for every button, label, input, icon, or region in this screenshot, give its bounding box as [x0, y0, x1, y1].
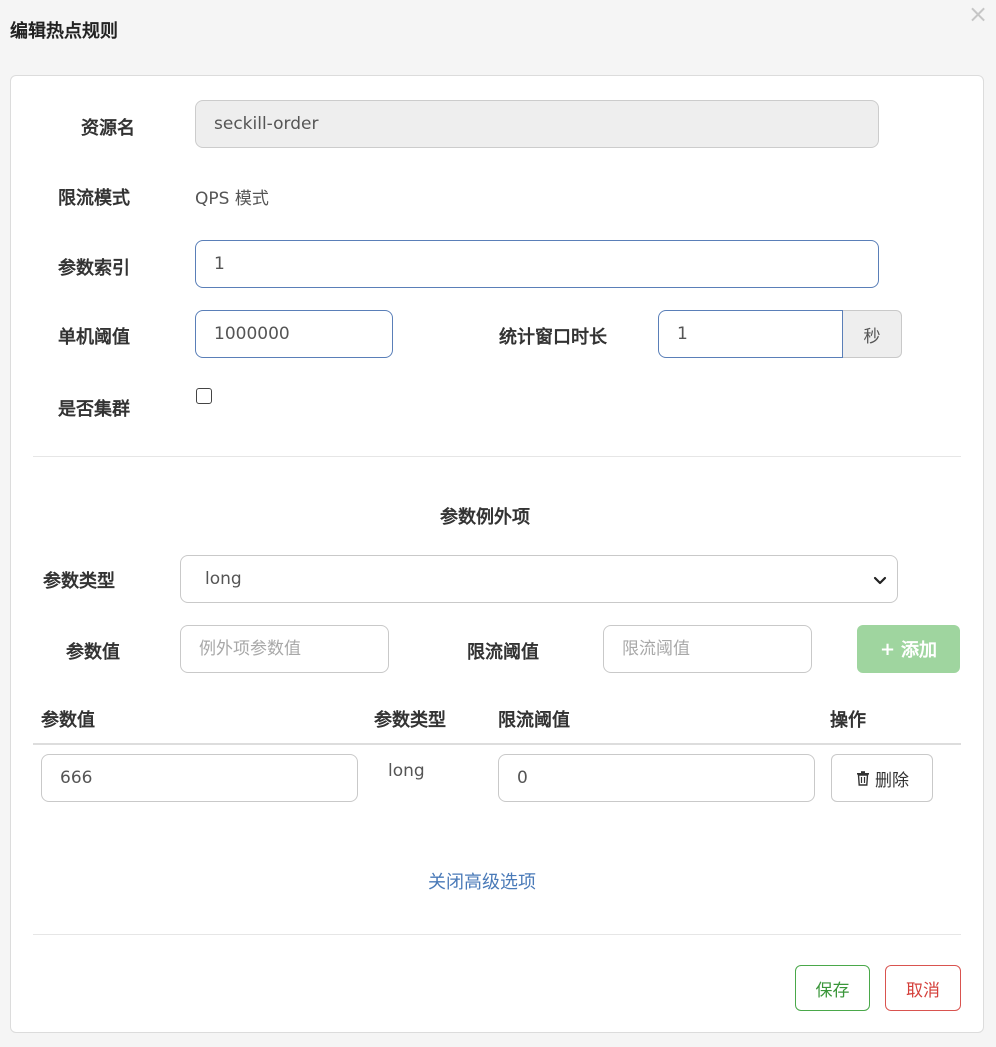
limit-threshold-input[interactable] — [603, 625, 812, 673]
row-threshold-input[interactable] — [498, 754, 815, 802]
dialog-title: 编辑热点规则 — [10, 21, 118, 42]
divider — [33, 456, 961, 457]
cluster-checkbox[interactable] — [196, 388, 212, 404]
rule-form-panel: 资源名 限流模式 QPS 模式 参数索引 单机阈值 统计窗口时长 秒 是否集群 … — [10, 75, 984, 1033]
table-header-param-type: 参数类型 — [374, 710, 446, 731]
save-button[interactable]: 保存 — [795, 965, 870, 1011]
table-header-threshold: 限流阈值 — [498, 710, 570, 731]
cancel-button[interactable]: 取消 — [885, 965, 961, 1011]
plus-icon: + — [879, 638, 896, 660]
param-index-label: 参数索引 — [58, 258, 130, 279]
add-exception-button[interactable]: + 添加 — [857, 625, 960, 673]
close-advanced-options-link[interactable]: 关闭高级选项 — [428, 868, 536, 894]
stat-window-label: 统计窗口时长 — [499, 327, 607, 348]
delete-row-button[interactable]: 删除 — [831, 754, 933, 802]
threshold-input[interactable] — [195, 310, 393, 358]
stat-window-input[interactable] — [658, 310, 843, 358]
limit-mode-value: QPS 模式 — [195, 189, 269, 209]
param-type-label: 参数类型 — [43, 571, 115, 592]
table-header-border — [33, 743, 961, 745]
table-header-action: 操作 — [830, 710, 866, 731]
param-value-input[interactable] — [180, 625, 389, 673]
chevron-down-icon — [873, 576, 887, 585]
param-type-selected: long — [205, 569, 242, 589]
stat-window-unit: 秒 — [843, 310, 902, 358]
exceptions-section-title: 参数例外项 — [440, 507, 530, 528]
param-value-label: 参数值 — [66, 642, 120, 663]
resource-name-input — [195, 100, 879, 148]
param-type-select[interactable]: long — [180, 555, 898, 603]
table-header-param-value: 参数值 — [41, 710, 95, 731]
limit-threshold-label: 限流阈值 — [467, 642, 539, 663]
limit-mode-label: 限流模式 — [58, 188, 130, 209]
resource-name-label: 资源名 — [81, 118, 135, 139]
param-index-input[interactable] — [195, 240, 879, 288]
delete-button-label: 删除 — [875, 770, 909, 791]
trash-icon — [857, 771, 869, 786]
close-icon[interactable]: × — [968, 2, 988, 26]
threshold-label: 单机阈值 — [58, 327, 130, 348]
row-param-type: long — [388, 761, 425, 781]
cluster-label: 是否集群 — [58, 399, 130, 420]
row-param-value-input[interactable] — [41, 754, 358, 802]
footer-divider — [33, 934, 961, 935]
add-button-label: 添加 — [901, 640, 938, 661]
